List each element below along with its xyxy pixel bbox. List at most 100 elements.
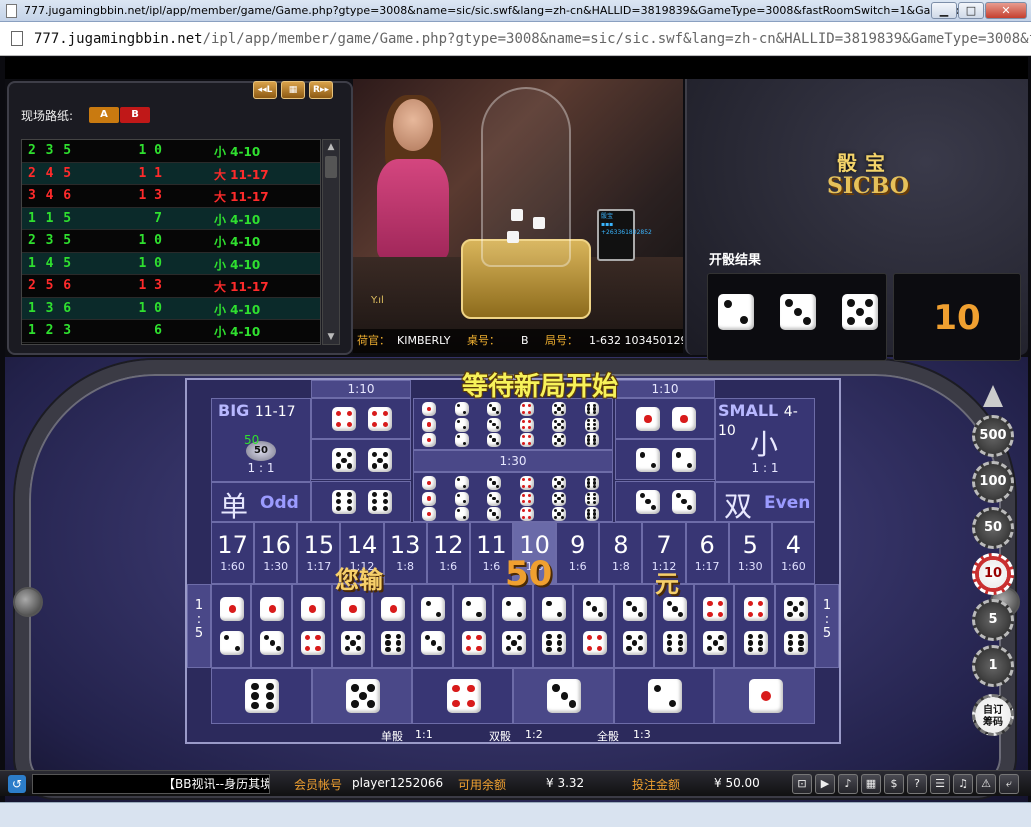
- die-4: [703, 597, 728, 621]
- bet-combo-4-5[interactable]: [694, 584, 735, 668]
- music-icon[interactable]: ♫: [953, 774, 973, 794]
- chip-5[interactable]: 5: [972, 599, 1014, 641]
- die-2: [461, 597, 486, 621]
- bet-total-6[interactable]: 6 1:17: [685, 522, 729, 584]
- bet-single-2[interactable]: [613, 668, 715, 724]
- bet-total-16[interactable]: 16 1:30: [254, 522, 298, 584]
- roadmap-row: 2 4 5 1 1 大 11-17: [22, 162, 320, 185]
- bet-combo-2-4[interactable]: [452, 584, 493, 668]
- bet-double-2[interactable]: [615, 439, 715, 481]
- scroll-up-icon[interactable]: ▲: [325, 141, 337, 153]
- help-icon[interactable]: ?: [907, 774, 927, 794]
- sicbo-logo-en: SICBO: [827, 173, 909, 199]
- prev-room-button[interactable]: ◂◂L: [253, 81, 277, 99]
- die-1: [260, 597, 285, 621]
- money-icon[interactable]: $: [884, 774, 904, 794]
- cashier-icon[interactable]: ⊡: [792, 774, 812, 794]
- toolbar-icons: ⊡ ▶ ♪ ▦ $? ☰ ♫ ⚠ ⤶: [792, 774, 1019, 794]
- bet-double-6[interactable]: [311, 480, 411, 522]
- bet-combo-1-2[interactable]: [211, 584, 252, 668]
- chip-10[interactable]: 10: [972, 553, 1014, 595]
- bet-combo-1-5[interactable]: [331, 584, 373, 668]
- die-2: [636, 448, 660, 473]
- bet-double-4[interactable]: [311, 398, 411, 439]
- chip-scroll-up-icon[interactable]: [983, 385, 1003, 407]
- bet-combo-4-6[interactable]: [734, 584, 775, 668]
- bet-total-4[interactable]: 4 1:60: [771, 522, 815, 584]
- roadmap-row: 1 4 5 1 0 小 4-10: [22, 252, 320, 275]
- bet-double-3[interactable]: [615, 480, 715, 522]
- total-odds: 1:17: [694, 560, 720, 573]
- address-path: /ipl/app/member/game/Game.php?gtype=3008…: [202, 31, 1031, 47]
- bet-single-1[interactable]: [714, 668, 815, 724]
- bet-combo-1-4[interactable]: [291, 584, 332, 668]
- maximize-button[interactable]: □: [958, 2, 984, 19]
- roadmap-tab-a[interactable]: A: [89, 107, 119, 123]
- roadmap-sum: 1 3: [138, 278, 162, 293]
- bet-total-15[interactable]: 15 1:17: [297, 522, 341, 584]
- address-bar[interactable]: 777.jugamingbbin.net/ipl/app/member/game…: [0, 22, 1031, 56]
- big-chip-label: 50: [244, 433, 260, 447]
- bet-small[interactable]: SMALL 4-10 小 1 : 1: [715, 398, 815, 482]
- scroll-down-icon[interactable]: ▼: [325, 331, 337, 343]
- bet-total-5[interactable]: 5 1:30: [728, 522, 772, 584]
- bet-combo-3-5[interactable]: [613, 584, 654, 668]
- chip-1[interactable]: 1: [972, 645, 1014, 687]
- bet-big[interactable]: BIG 11-17 50 50 1 : 1: [211, 398, 311, 482]
- bet-combo-2-6[interactable]: [533, 584, 574, 668]
- warning-icon[interactable]: ⚠: [976, 774, 996, 794]
- single-odds-footer: 单骰 1:1 双骰 1:2 全骰 1:3: [187, 726, 839, 744]
- close-button[interactable]: ✕: [985, 2, 1027, 19]
- die-2: [454, 491, 469, 506]
- chip-500[interactable]: 500: [972, 415, 1014, 457]
- bet-combo-3-4[interactable]: [573, 584, 614, 668]
- bet-even[interactable]: 双 Even: [715, 482, 815, 523]
- bet-triples-bottom[interactable]: [413, 472, 613, 522]
- bet-total-9[interactable]: 9 1:6: [556, 522, 600, 584]
- news-ticker: 【BB视讯--身历其境: [32, 774, 270, 794]
- bet-total-13[interactable]: 13 1:8: [383, 522, 427, 584]
- video-icon[interactable]: ▶: [815, 774, 835, 794]
- bet-total-17[interactable]: 17 1:60: [211, 522, 255, 584]
- bet-double-1[interactable]: [615, 398, 715, 439]
- die-6: [542, 631, 567, 655]
- bet-single-4[interactable]: [412, 668, 513, 724]
- die-4: [300, 631, 325, 655]
- custom-chip-button[interactable]: 自订 筹码: [972, 694, 1014, 736]
- roadmap-result: 大 11-17: [214, 167, 269, 182]
- live-video: 骰宝 ▪▪▪ +263361802852 Y.ıl 荷官： KIMBERLY 桌…: [353, 79, 683, 353]
- chip-50[interactable]: 50: [972, 507, 1014, 549]
- bet-odd[interactable]: 单 Odd: [211, 482, 311, 523]
- bet-combo-2-5[interactable]: [492, 584, 534, 668]
- dealer-label: 荷官：: [357, 334, 390, 347]
- bet-combo-1-6[interactable]: [372, 584, 413, 668]
- die-5: [703, 631, 728, 655]
- die-2: [454, 402, 469, 416]
- bet-combo-1-3[interactable]: [251, 584, 292, 668]
- video-info-bar: 荷官： KIMBERLY 桌号： B 局号： 1-632 103450129: [353, 329, 683, 353]
- bet-total-8[interactable]: 8 1:8: [599, 522, 643, 584]
- bet-single-3[interactable]: [513, 668, 614, 724]
- minimize-button[interactable]: ▁: [931, 2, 957, 19]
- bet-combo-2-3[interactable]: [412, 584, 453, 668]
- bet-single-6[interactable]: [211, 668, 312, 724]
- bet-total-12[interactable]: 12 1:6: [426, 522, 470, 584]
- die-6: [584, 491, 599, 506]
- chip-100[interactable]: 100: [972, 461, 1014, 503]
- rules-icon[interactable]: ☰: [930, 774, 950, 794]
- roadmap-tab-b[interactable]: B: [120, 107, 150, 123]
- next-room-button[interactable]: R▸▸: [309, 81, 333, 99]
- sound-icon[interactable]: ♪: [838, 774, 858, 794]
- bet-triples-top[interactable]: [413, 398, 613, 450]
- bet-combo-5-6[interactable]: [774, 584, 815, 668]
- history-icon[interactable]: ▦: [861, 774, 881, 794]
- lobby-button[interactable]: ▦: [281, 81, 305, 99]
- exit-icon[interactable]: ⤶: [999, 774, 1019, 794]
- bet-single-5[interactable]: [311, 668, 413, 724]
- bet-double-5[interactable]: [311, 439, 411, 481]
- scroll-thumb[interactable]: [325, 156, 337, 178]
- roadmap-scrollbar[interactable]: ▲ ▼: [322, 139, 340, 345]
- roadmap-dice: 3 4 6: [28, 188, 73, 203]
- roadmap-sum: 1 1: [138, 165, 162, 181]
- menu-icon[interactable]: ↺: [8, 775, 26, 793]
